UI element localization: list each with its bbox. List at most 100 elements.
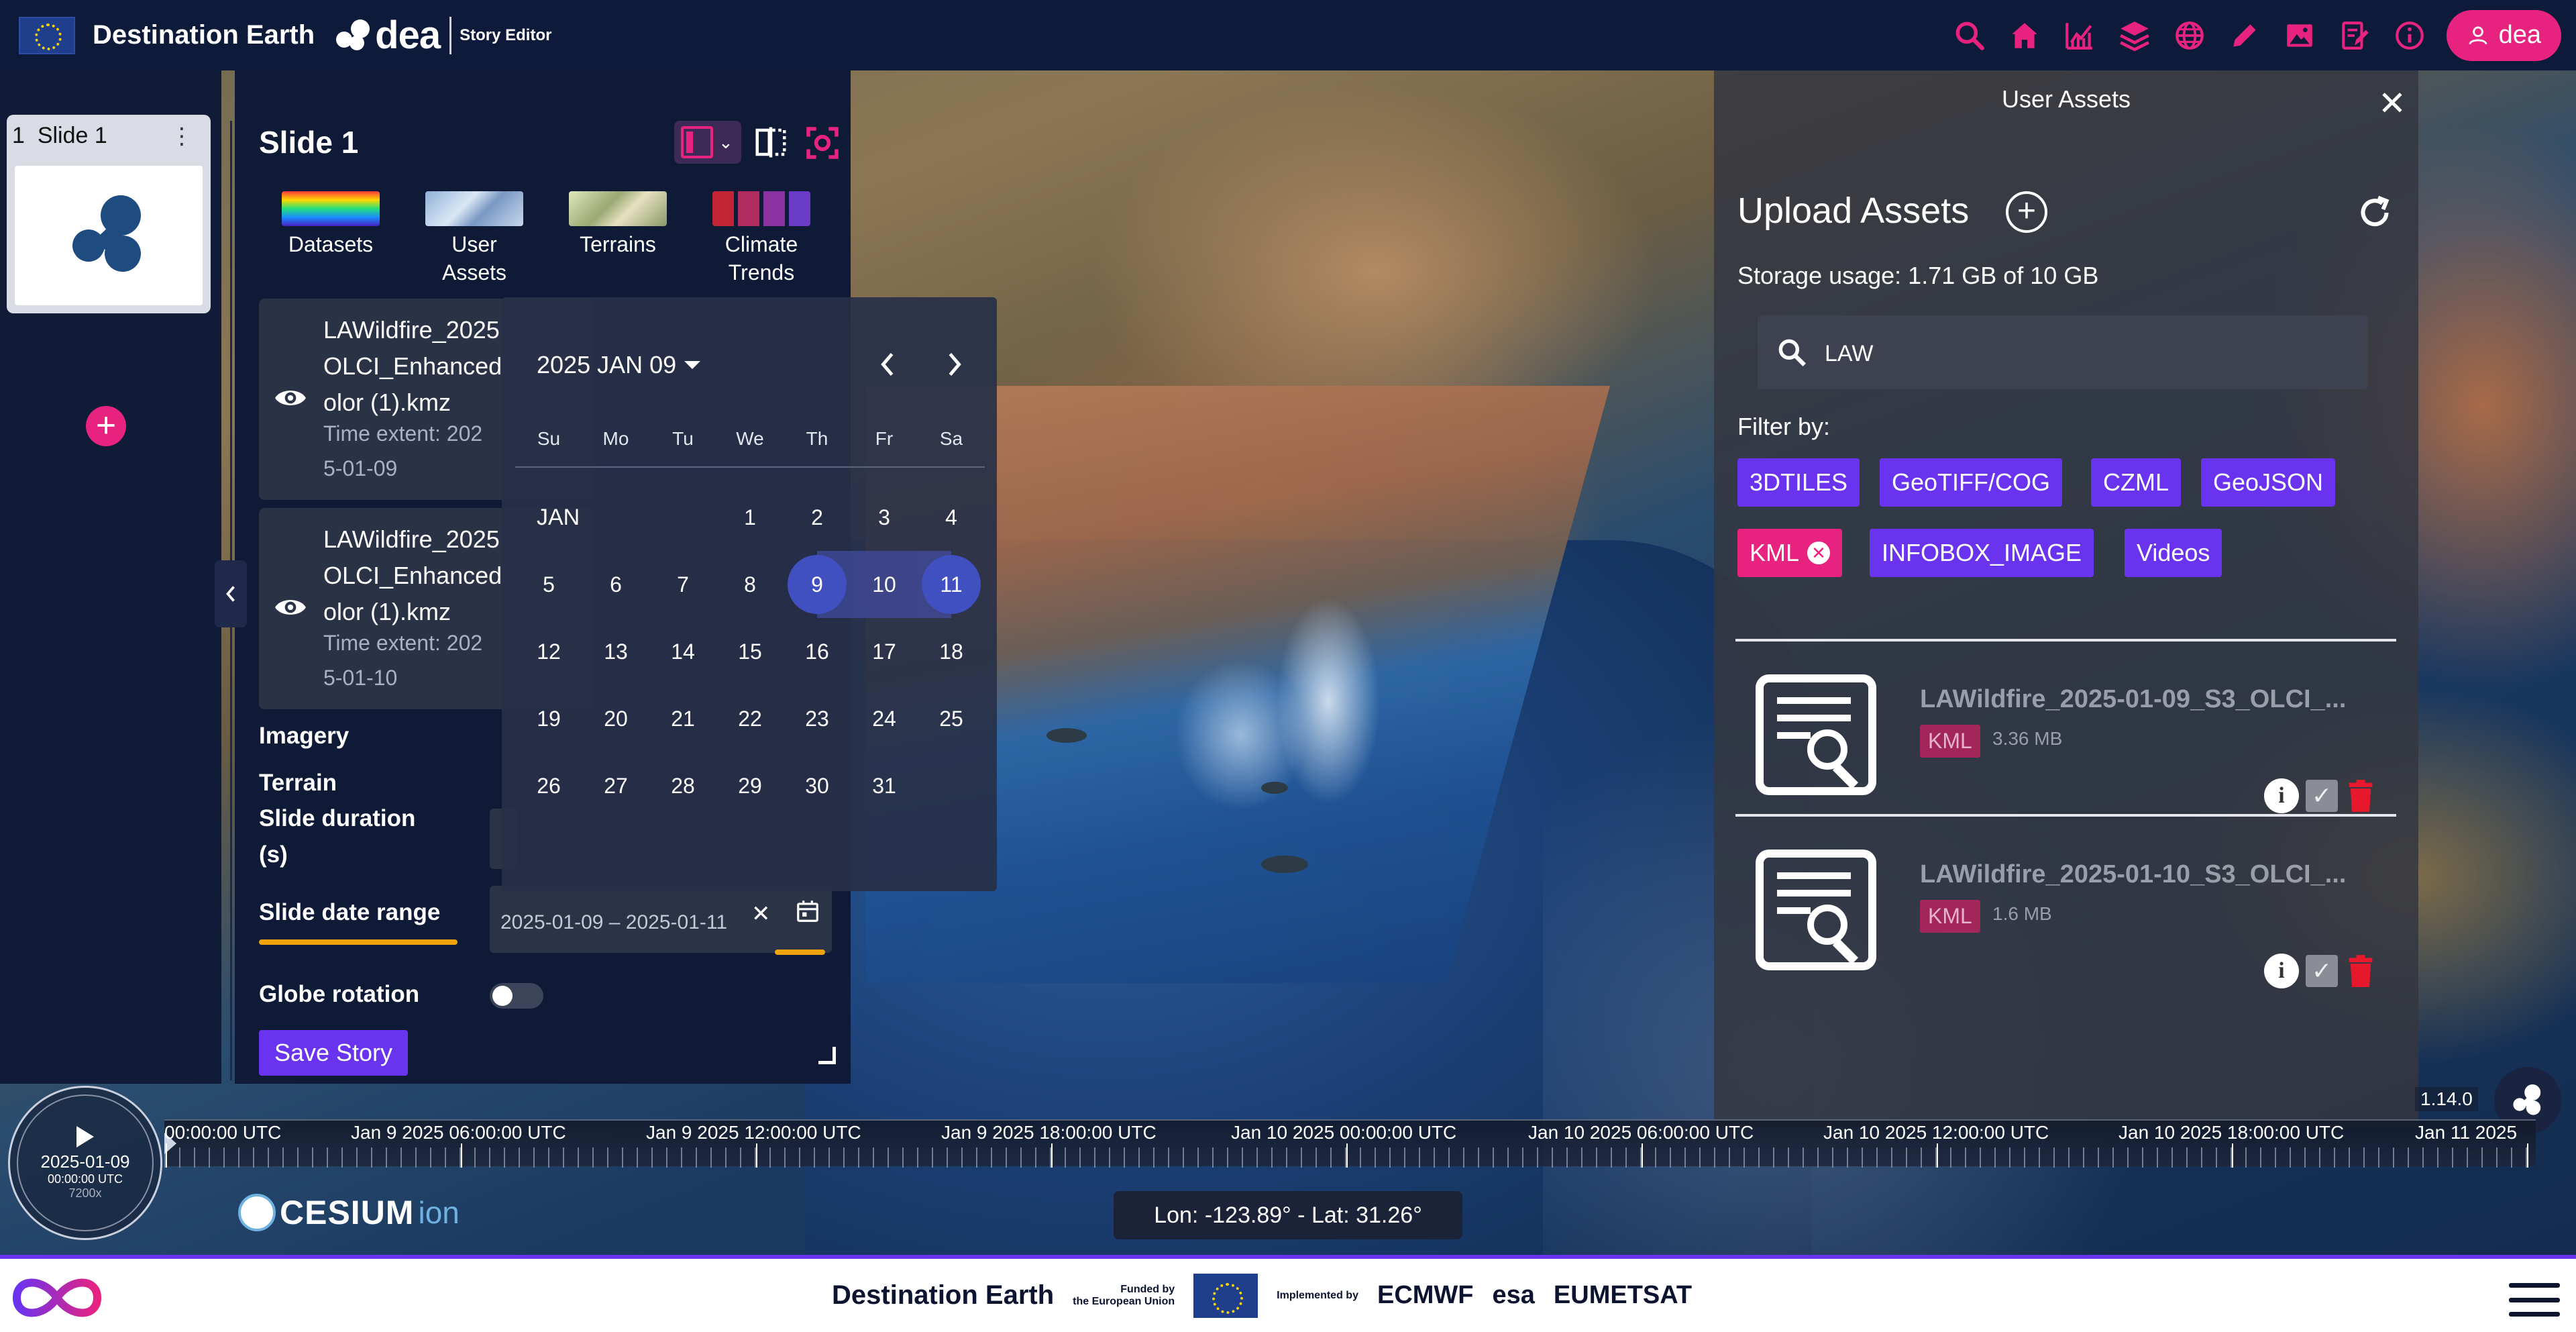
hamburger-menu-icon[interactable] <box>2509 1283 2560 1317</box>
focus-camera-icon[interactable] <box>804 124 841 162</box>
tab-user-assets[interactable]: User Assets <box>402 191 546 287</box>
calendar-day[interactable]: 6 <box>582 551 649 618</box>
filter-chip-kml[interactable]: KML ✕ <box>1737 529 1843 577</box>
asset-search-input[interactable]: LAW <box>1758 315 2368 389</box>
remove-filter-icon[interactable]: ✕ <box>1807 542 1831 564</box>
asset-list-item[interactable]: LAWildfire_2025-01-09_S3_OLCI_... KML 3.… <box>1735 661 2396 835</box>
layers-icon[interactable] <box>2114 15 2155 56</box>
clock-time: 00:00:00 UTC <box>47 1172 123 1186</box>
close-icon[interactable]: ✕ <box>2378 84 2406 123</box>
calendar-day[interactable]: 24 <box>851 685 918 752</box>
calendar-day[interactable]: 13 <box>582 618 649 685</box>
calendar-day[interactable]: 8 <box>716 551 784 618</box>
timeline-major-tick <box>1051 1143 1053 1168</box>
play-icon[interactable] <box>76 1125 94 1147</box>
filter-chip-videos[interactable]: Videos <box>2125 529 2222 577</box>
layout-toggle-button[interactable]: ⌄ <box>674 121 741 164</box>
split-view-icon[interactable] <box>753 124 789 160</box>
filter-chip-czml[interactable]: CZML <box>2091 458 2181 507</box>
upload-add-icon[interactable]: + <box>2006 191 2047 233</box>
slide-menu-icon[interactable]: ⋮ <box>170 123 193 150</box>
calendar-day[interactable]: 5 <box>515 551 582 618</box>
calendar-day[interactable]: 12 <box>515 618 582 685</box>
calendar-day[interactable]: 25 <box>918 685 985 752</box>
calendar-icon[interactable] <box>795 898 820 925</box>
chart-icon[interactable] <box>2059 15 2100 56</box>
date-range-input[interactable]: 2025-01-09 – 2025-01-11 ✕ <box>490 886 832 955</box>
tab-label: Terrains <box>580 232 656 256</box>
assets-divider <box>1735 639 2396 642</box>
resize-handle[interactable] <box>818 1047 836 1064</box>
calendar-day[interactable]: 28 <box>649 752 716 819</box>
refresh-icon[interactable] <box>2355 193 2395 233</box>
calendar-day[interactable]: 20 <box>582 685 649 752</box>
globe-icon[interactable] <box>2169 15 2210 56</box>
calendar-day[interactable]: 30 <box>784 752 851 819</box>
calendar-day[interactable]: 23 <box>784 685 851 752</box>
calendar-day-in-range[interactable]: 10 <box>851 551 918 618</box>
save-story-button[interactable]: Save Story <box>259 1030 408 1076</box>
timeline-major-tick <box>2527 1143 2528 1168</box>
filter-chip-infobox-image[interactable]: INFOBOX_IMAGE <box>1870 529 2094 577</box>
cesium-ion-logo[interactable]: CESIUM ion <box>238 1193 460 1232</box>
calendar-day[interactable]: 27 <box>582 752 649 819</box>
calendar-day[interactable]: 21 <box>649 685 716 752</box>
animation-clock-widget[interactable]: 2025-01-09 00:00:00 UTC 7200x <box>8 1086 162 1240</box>
calendar-day[interactable]: 16 <box>784 618 851 685</box>
info-icon[interactable]: i <box>2264 954 2299 988</box>
calendar-day[interactable]: 17 <box>851 618 918 685</box>
chevron-down-icon: ⌄ <box>718 132 733 152</box>
infinity-logo-icon <box>12 1278 102 1317</box>
calendar-day[interactable]: 18 <box>918 618 985 685</box>
calendar-day[interactable]: 1 <box>716 484 784 551</box>
calendar-month-selector[interactable]: 2025 JAN 09 <box>537 351 701 379</box>
calendar-day[interactable]: 14 <box>649 618 716 685</box>
pencil-icon[interactable] <box>2224 15 2265 56</box>
calendar-day[interactable]: 15 <box>716 618 784 685</box>
calendar-day-range-end[interactable]: 11 <box>918 551 985 618</box>
island-shape <box>1046 728 1087 743</box>
globe-rotation-toggle[interactable] <box>490 983 543 1009</box>
calendar-day[interactable]: 7 <box>649 551 716 618</box>
cesium-ion-wordmark: ion <box>418 1195 460 1230</box>
user-account-button[interactable]: dea <box>2446 9 2561 61</box>
filter-chip-geojson[interactable]: GeoJSON <box>2201 458 2336 507</box>
tab-climate-trends[interactable]: Climate Trends <box>690 191 833 287</box>
calendar-day[interactable]: 31 <box>851 752 918 819</box>
timeline-major-tick <box>1937 1143 1938 1168</box>
image-icon[interactable] <box>2279 15 2320 56</box>
calendar-day-range-start[interactable]: 9 <box>784 551 851 618</box>
eye-icon[interactable] <box>274 386 307 410</box>
tab-datasets[interactable]: Datasets <box>259 191 402 287</box>
home-icon[interactable] <box>2004 15 2045 56</box>
checkbox-icon[interactable]: ✓ <box>2306 780 2338 812</box>
calendar-day[interactable]: 2 <box>784 484 851 551</box>
calendar-day[interactable]: 19 <box>515 685 582 752</box>
filter-chip-3dtiles[interactable]: 3DTILES <box>1737 458 1860 507</box>
edit-document-icon[interactable] <box>2334 15 2375 56</box>
slide-card[interactable]: 1 Slide 1 ⋮ <box>7 115 211 313</box>
calendar-day[interactable]: 3 <box>851 484 918 551</box>
date-range-value: 2025-01-09 – 2025-01-11 <box>500 911 728 933</box>
trash-icon[interactable] <box>2346 778 2375 813</box>
trash-icon[interactable] <box>2346 954 2375 988</box>
calendar-day[interactable]: 29 <box>716 752 784 819</box>
timeline-bar[interactable]: 00:00:00 UTC Jan 9 2025 06:00:00 UTC Jan… <box>164 1119 2536 1168</box>
calendar-icon[interactable] <box>1045 886 1246 986</box>
calendar-day[interactable]: 4 <box>918 484 985 551</box>
search-icon[interactable] <box>1949 15 1990 56</box>
filter-chip-geotiff[interactable]: GeoTIFF/COG <box>1880 458 2063 507</box>
chevron-right-icon[interactable] <box>941 350 968 379</box>
collapse-editor-button[interactable] <box>215 560 247 627</box>
clear-icon[interactable]: ✕ <box>751 901 771 927</box>
add-slide-button[interactable]: + <box>86 406 126 446</box>
calendar-day[interactable]: 22 <box>716 685 784 752</box>
info-icon[interactable] <box>2390 15 2430 56</box>
chevron-left-icon[interactable] <box>874 350 901 379</box>
tab-terrains[interactable]: Terrains <box>546 191 690 287</box>
info-icon[interactable]: i <box>2264 778 2299 813</box>
asset-list-item[interactable]: LAWildfire_2025-01-10_S3_OLCI_... KML 1.… <box>1735 836 2396 1011</box>
calendar-day[interactable]: 26 <box>515 752 582 819</box>
checkbox-icon[interactable]: ✓ <box>2306 955 2338 987</box>
eye-icon[interactable] <box>274 595 307 619</box>
